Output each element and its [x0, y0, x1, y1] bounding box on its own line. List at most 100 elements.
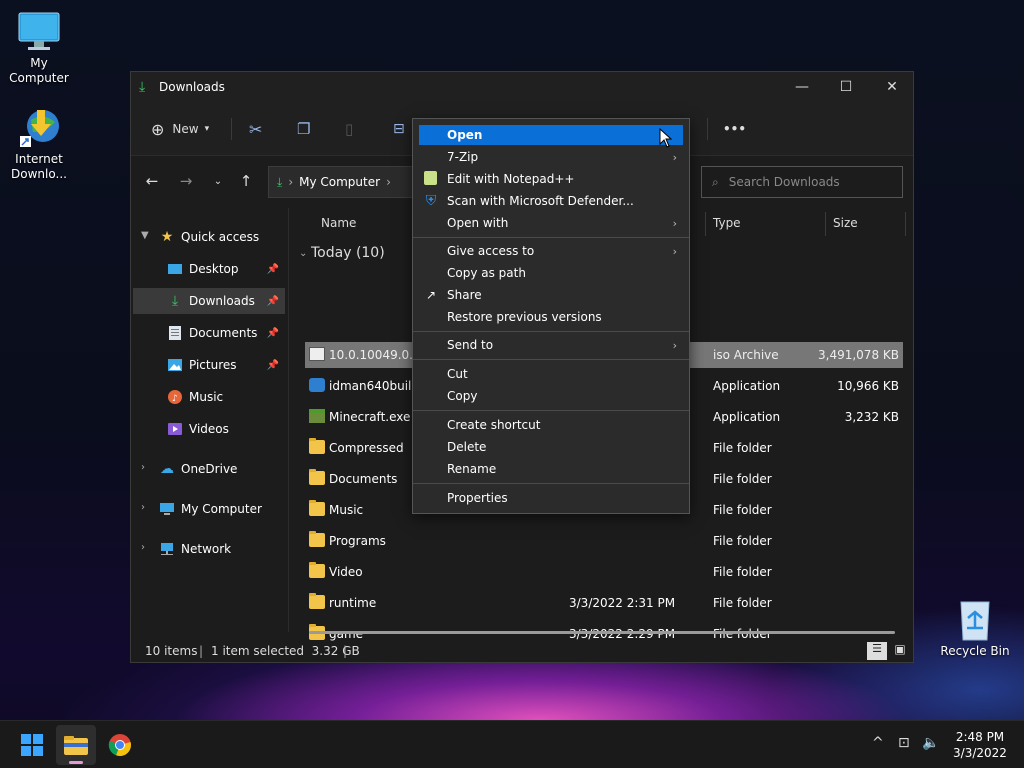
monitor-icon	[17, 10, 61, 54]
file-name: game	[329, 627, 364, 641]
menu-item-cut[interactable]: Cut	[419, 364, 683, 384]
nav-music[interactable]: ♪ Music	[133, 384, 285, 410]
paste-button[interactable]: ▯	[345, 116, 353, 142]
pin-icon: 📌	[266, 295, 279, 307]
menu-item-label: Open	[447, 128, 483, 142]
menu-item-delete[interactable]: Delete	[419, 437, 683, 457]
cut-button[interactable]: ✂	[249, 116, 262, 142]
nav-downloads[interactable]: ⤓ Downloads 📌	[133, 288, 285, 314]
file-type: iso Archive	[713, 348, 779, 362]
column-divider[interactable]	[825, 212, 826, 236]
network-icon[interactable]: ⊡	[898, 735, 910, 751]
file-date: 3/3/2022 2:29 PM	[569, 627, 676, 641]
details-view-button[interactable]: ☰	[867, 642, 887, 660]
new-button[interactable]: ⊕ New ▾	[151, 116, 209, 142]
show-hidden-icons-button[interactable]: ^	[872, 735, 884, 751]
menu-item-restore-previous[interactable]: Restore previous versions	[419, 307, 683, 327]
column-header-size[interactable]: Size	[833, 216, 858, 230]
maximize-button[interactable]: ☐	[823, 72, 869, 102]
nav-onedrive[interactable]: ☁ OneDrive	[159, 456, 285, 482]
nav-videos[interactable]: Videos	[133, 416, 285, 442]
address-bar[interactable]: ⤓ › My Computer ›	[268, 166, 418, 198]
folder-icon	[309, 593, 325, 609]
chevron-right-icon: ›	[672, 244, 677, 258]
menu-item-properties[interactable]: Properties	[419, 488, 683, 508]
desktop-icon-my-computer[interactable]: My Computer	[0, 10, 78, 86]
nav-network[interactable]: Network	[159, 536, 285, 562]
taskbar-file-explorer[interactable]	[56, 725, 96, 765]
minimize-button[interactable]: —	[779, 72, 825, 102]
application-icon	[309, 378, 325, 392]
menu-item-label: Cut	[447, 367, 468, 381]
menu-item-copy[interactable]: Copy	[419, 386, 683, 406]
menu-item-rename[interactable]: Rename	[419, 459, 683, 479]
music-icon: ♪	[167, 389, 183, 405]
column-divider[interactable]	[905, 212, 906, 236]
column-divider[interactable]	[705, 212, 706, 236]
taskbar-chrome[interactable]	[100, 725, 140, 765]
menu-item-edit-notepad[interactable]: Edit with Notepad++	[419, 169, 683, 189]
close-button[interactable]: ✕	[869, 72, 915, 102]
nav-my-computer[interactable]: My Computer	[159, 496, 285, 522]
group-header[interactable]: Today (10)	[311, 245, 385, 261]
menu-item-scan-defender[interactable]: ⛨ Scan with Microsoft Defender...	[419, 191, 683, 211]
rename-icon: ⊟	[393, 121, 405, 137]
file-type: File folder	[713, 472, 772, 486]
menu-item-7zip[interactable]: 7-Zip ›	[419, 147, 683, 167]
start-button[interactable]	[12, 725, 52, 765]
file-name: Programs	[329, 534, 386, 548]
file-row[interactable]: Programs File folder	[305, 528, 903, 554]
nav-pictures[interactable]: Pictures 📌	[133, 352, 285, 378]
forward-button[interactable]: →	[175, 170, 197, 192]
nav-documents[interactable]: Documents 📌	[133, 320, 285, 346]
nav-quick-access[interactable]: ★ Quick access	[159, 224, 285, 250]
nav-label: My Computer	[181, 502, 262, 516]
chevron-right-icon: ›	[672, 338, 677, 352]
copy-button[interactable]: ❐	[297, 116, 310, 142]
menu-item-label: Properties	[447, 491, 508, 505]
column-header-name[interactable]: Name	[321, 216, 356, 230]
tiles-view-button[interactable]: ▣	[891, 642, 909, 660]
breadcrumb-my-computer[interactable]: My Computer	[299, 175, 380, 189]
chevron-right-icon[interactable]: ›	[141, 542, 145, 553]
system-clock[interactable]: 2:48 PM 3/3/2022	[940, 729, 1020, 761]
toolbar-divider	[231, 118, 232, 140]
breadcrumb-separator: ›	[288, 175, 294, 189]
nav-label: Downloads	[189, 294, 255, 308]
pin-icon: 📌	[266, 327, 279, 339]
horizontal-scrollbar[interactable]	[309, 631, 895, 634]
context-menu: Open 7-Zip › Edit with Notepad++ ⛨ Scan wi…	[412, 118, 690, 514]
menu-item-copy-as-path[interactable]: Copy as path	[419, 263, 683, 283]
desktop-icon-recycle-bin[interactable]: Recycle Bin	[936, 598, 1014, 659]
menu-item-label: Copy	[447, 389, 478, 403]
file-size: 3,232 KB	[844, 410, 899, 424]
chevron-right-icon[interactable]: ›	[141, 462, 145, 473]
title-bar[interactable]: ⤓ Downloads — ☐ ✕	[131, 72, 913, 102]
menu-item-label: Send to	[447, 338, 494, 352]
desktop-icon-internet-download-manager[interactable]: Internet Downlo...	[0, 106, 78, 182]
nav-desktop[interactable]: Desktop 📌	[133, 256, 285, 282]
recent-locations-button[interactable]: ⌄	[207, 170, 229, 192]
menu-item-create-shortcut[interactable]: Create shortcut	[419, 415, 683, 435]
see-more-button[interactable]: •••	[723, 116, 746, 142]
search-box[interactable]: ⌕ Search Downloads	[701, 166, 903, 198]
active-indicator	[69, 761, 83, 764]
back-button[interactable]: ←	[141, 170, 163, 192]
rename-button[interactable]: ⊟	[393, 116, 405, 142]
up-button[interactable]: ↑	[235, 170, 257, 192]
chevron-down-icon[interactable]: ⌄	[299, 248, 307, 259]
menu-item-give-access[interactable]: Give access to ›	[419, 241, 683, 261]
menu-item-open[interactable]: Open	[419, 125, 683, 145]
chevron-right-icon: ›	[672, 216, 677, 230]
status-separator: |	[343, 644, 348, 658]
chevron-right-icon[interactable]: ›	[141, 502, 145, 513]
menu-item-share[interactable]: ↗ Share	[419, 285, 683, 305]
column-header-type[interactable]: Type	[713, 216, 741, 230]
volume-icon[interactable]: 🔈	[922, 735, 939, 751]
menu-item-send-to[interactable]: Send to ›	[419, 335, 683, 355]
file-row[interactable]: runtime 3/3/2022 2:31 PM File folder	[305, 590, 903, 616]
file-date: 3/3/2022 2:31 PM	[569, 596, 676, 610]
file-row[interactable]: Video File folder	[305, 559, 903, 585]
downloads-icon: ⤓	[171, 293, 179, 309]
menu-item-open-with[interactable]: Open with ›	[419, 213, 683, 233]
